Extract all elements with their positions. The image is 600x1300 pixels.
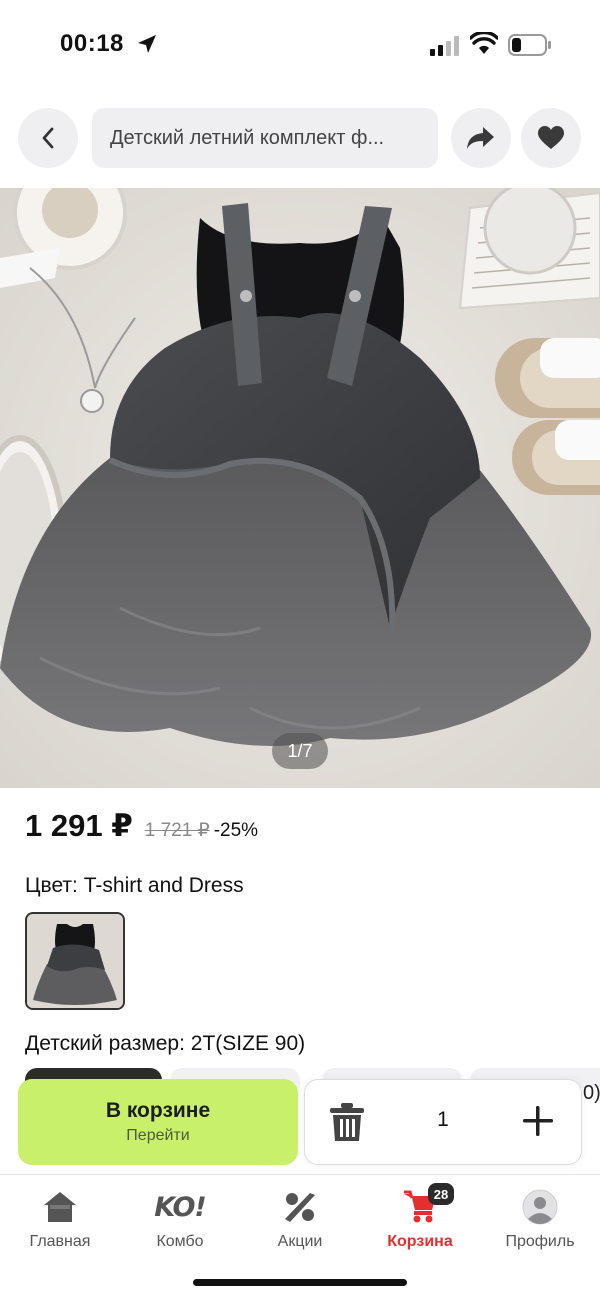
wifi-icon: [470, 32, 498, 54]
heart-icon: [538, 126, 564, 149]
back-button[interactable]: [18, 108, 78, 168]
combo-logo: KO!: [154, 1191, 206, 1223]
price-row: 1 291 ₽ 1 721 ₽ -25%: [25, 808, 258, 848]
share-button[interactable]: [451, 108, 511, 168]
battery-icon: [508, 34, 551, 56]
quantity-stepper: 1: [304, 1079, 582, 1165]
tab-home[interactable]: Главная: [0, 1187, 120, 1257]
discount-badge: -25%: [213, 820, 259, 841]
tab-cart-label: Корзина: [387, 1233, 453, 1250]
quantity-value: 1: [437, 1108, 449, 1131]
tab-promotions-label: Акции: [277, 1233, 323, 1250]
product-dress-illustration: [0, 188, 600, 788]
old-price: 1 721 ₽: [144, 820, 210, 841]
chevron-left-icon: [42, 127, 54, 149]
trash-icon: [330, 1103, 364, 1141]
tab-combo[interactable]: KO! Комбо: [120, 1187, 240, 1257]
tab-home-label: Главная: [29, 1233, 91, 1250]
cellular-signal-icon: [430, 36, 459, 56]
increase-quantity-button[interactable]: [521, 1104, 555, 1143]
go-to-cart-label: Перейти: [126, 1127, 190, 1144]
tab-combo-label: Комбо: [156, 1233, 204, 1250]
search-field-text: Детский летний комплект ф...: [110, 126, 385, 149]
in-cart-label: В корзине: [105, 1099, 211, 1122]
gallery-counter: 1/7: [272, 733, 328, 769]
cart-count-badge: 28: [428, 1183, 454, 1205]
tab-profile[interactable]: Профиль: [480, 1187, 600, 1257]
tab-promotions[interactable]: Акции: [240, 1187, 360, 1257]
home-indicator: [193, 1279, 407, 1286]
percent-icon: [285, 1193, 315, 1222]
color-thumbnail-image: [27, 914, 123, 1008]
color-label: Цвет: T-shirt and Dress: [25, 874, 244, 897]
delete-button[interactable]: [329, 1102, 365, 1147]
profile-avatar-icon: [522, 1189, 558, 1225]
search-field[interactable]: Детский летний комплект ф...: [92, 108, 438, 168]
status-time: 00:18: [60, 30, 124, 57]
top-navigation: Детский летний комплект ф...: [0, 108, 600, 170]
tab-profile-label: Профиль: [505, 1233, 575, 1250]
product-photo[interactable]: [0, 188, 600, 788]
plus-icon: [523, 1106, 553, 1136]
current-price: 1 291 ₽: [25, 808, 133, 843]
favorite-button[interactable]: [521, 108, 581, 168]
home-icon: [44, 1192, 76, 1222]
size-chip-text-partial: 0): [583, 1082, 600, 1104]
share-arrow-icon: [467, 127, 494, 149]
color-option-thumbnail[interactable]: [25, 912, 125, 1010]
tab-cart[interactable]: 28 Корзина: [360, 1183, 480, 1257]
location-arrow-icon: [138, 35, 156, 53]
status-bar: 00:18: [0, 0, 600, 90]
size-label: Детский размер: 2T(SIZE 90): [25, 1032, 306, 1055]
in-cart-button[interactable]: В корзине Перейти: [18, 1079, 298, 1165]
